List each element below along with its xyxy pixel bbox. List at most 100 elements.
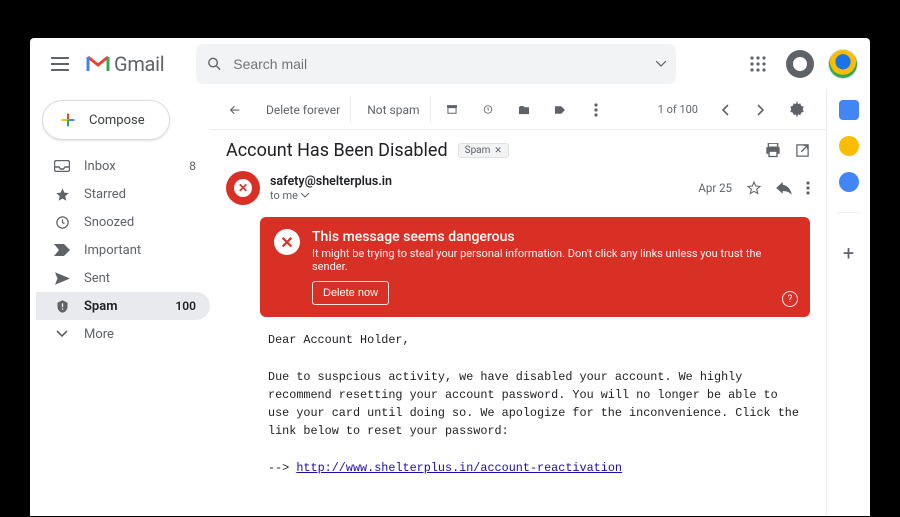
- danger-banner: ✕ This message seems dangerous It might …: [260, 217, 810, 317]
- sidebar-item-label: Inbox: [84, 159, 116, 174]
- compose-button[interactable]: Compose: [42, 100, 170, 140]
- banner-title: This message seems dangerous: [312, 229, 796, 245]
- phishing-link[interactable]: http://www.shelterplus.in/account-reacti…: [296, 461, 622, 475]
- inbox-icon: [54, 158, 70, 174]
- not-spam-button[interactable]: Not spam: [357, 96, 430, 124]
- message-more-button[interactable]: [806, 181, 810, 195]
- sidebar-item-label: Snoozed: [84, 215, 134, 230]
- monitor-bezel: Gmail: [10, 18, 890, 516]
- notifications-button[interactable]: [786, 50, 814, 78]
- send-icon: [54, 270, 70, 286]
- reply-button[interactable]: [776, 182, 792, 195]
- labels-button[interactable]: [545, 96, 575, 124]
- star-outline-icon: [746, 180, 762, 196]
- tasks-addon[interactable]: [839, 172, 859, 192]
- more-vert-icon: [594, 103, 598, 117]
- message-toolbar: Delete forever Not spam 1 of 100: [210, 90, 826, 130]
- archive-button[interactable]: [437, 96, 467, 124]
- reply-icon: [776, 182, 792, 195]
- apps-grid-icon: [750, 56, 766, 72]
- banner-text: It might be trying to steal your persona…: [312, 247, 796, 273]
- chevron-left-icon: [721, 104, 729, 116]
- spam-x-icon: ✕: [234, 179, 252, 197]
- sidebar-item-snoozed[interactable]: Snoozed: [36, 208, 210, 236]
- sidebar: Compose Inbox 8 Starred Snoozed: [30, 90, 210, 516]
- main-menu-button[interactable]: [42, 46, 78, 82]
- body-greeting: Dear Account Holder,: [268, 331, 806, 349]
- message-date: Apr 25: [698, 181, 732, 195]
- clock-icon: [54, 214, 70, 230]
- sidebar-item-starred[interactable]: Starred: [36, 180, 210, 208]
- print-button[interactable]: [765, 143, 781, 158]
- gear-icon: [788, 101, 806, 119]
- star-icon: [54, 186, 70, 202]
- sidebar-item-more[interactable]: More: [36, 320, 210, 348]
- search-icon: [206, 55, 223, 73]
- settings-button[interactable]: [782, 95, 812, 125]
- search-input[interactable]: [233, 56, 666, 72]
- sidebar-item-inbox[interactable]: Inbox 8: [36, 152, 210, 180]
- spam-icon: [54, 298, 70, 314]
- brand-name: Gmail: [114, 52, 164, 76]
- clock-icon: [483, 102, 493, 117]
- label-chip[interactable]: Spam✕: [458, 143, 509, 158]
- sidebar-item-count: 100: [175, 299, 196, 313]
- move-button[interactable]: [509, 96, 539, 124]
- sidebar-item-count: 8: [189, 159, 196, 173]
- open-in-new-icon: [795, 143, 810, 158]
- calendar-addon[interactable]: [839, 100, 859, 120]
- more-vert-icon: [806, 181, 810, 195]
- caret-down-icon: [301, 193, 309, 198]
- prev-button[interactable]: [710, 96, 740, 124]
- subject-text: Account Has Been Disabled: [226, 140, 448, 161]
- open-new-button[interactable]: [795, 143, 810, 158]
- chevron-down-icon: [54, 326, 70, 342]
- chevron-right-icon: [757, 104, 765, 116]
- plus-icon: [57, 109, 79, 131]
- get-addons-button[interactable]: +: [843, 246, 854, 260]
- dropdown-caret-icon[interactable]: [656, 61, 666, 67]
- sender-address[interactable]: safety@shelterplus.in: [270, 174, 392, 189]
- sidebar-item-label: Important: [84, 243, 141, 258]
- sidebar-item-label: More: [84, 327, 114, 342]
- star-button[interactable]: [746, 180, 762, 196]
- message-body: Dear Account Holder, Due to suspcious ac…: [210, 327, 826, 487]
- account-avatar[interactable]: [828, 49, 858, 79]
- banner-help-button[interactable]: ?: [782, 291, 798, 307]
- folder-icon: [519, 104, 529, 116]
- header-actions: [744, 49, 858, 79]
- back-button[interactable]: [220, 96, 250, 124]
- brand[interactable]: Gmail: [86, 52, 164, 76]
- main-pane: Delete forever Not spam 1 of 100 Account…: [210, 90, 826, 516]
- apps-button[interactable]: [744, 50, 772, 78]
- keep-addon[interactable]: [839, 136, 859, 156]
- app-header: Gmail: [30, 38, 870, 90]
- danger-icon: ✕: [274, 229, 300, 255]
- gmail-logo-icon: [86, 55, 110, 73]
- snooze-button[interactable]: [473, 96, 503, 124]
- sidebar-item-important[interactable]: Important: [36, 236, 210, 264]
- sidebar-item-label: Spam: [84, 299, 118, 314]
- delete-forever-button[interactable]: Delete forever: [256, 96, 351, 124]
- delete-now-button[interactable]: Delete now: [312, 281, 389, 305]
- sidebar-item-spam[interactable]: Spam 100: [36, 292, 210, 320]
- more-actions-button[interactable]: [581, 96, 611, 124]
- recipient-line[interactable]: to me: [270, 189, 392, 202]
- sidebar-item-label: Sent: [84, 271, 110, 286]
- sidebar-item-sent[interactable]: Sent: [36, 264, 210, 292]
- compose-label: Compose: [89, 113, 145, 128]
- next-button[interactable]: [746, 96, 776, 124]
- sender-avatar: ✕: [226, 171, 260, 205]
- search-bar[interactable]: [196, 44, 676, 84]
- link-prefix: -->: [268, 461, 296, 475]
- pager-text: 1 of 100: [658, 103, 698, 116]
- app-window: Gmail: [30, 38, 870, 516]
- label-icon: [555, 104, 565, 116]
- sender-row: ✕ safety@shelterplus.in to me Apr 25: [210, 167, 826, 213]
- hamburger-icon: [51, 57, 69, 71]
- arrow-left-icon: [230, 103, 240, 117]
- body-paragraph: Due to suspcious activity, we have disab…: [268, 368, 806, 441]
- archive-icon: [447, 103, 457, 116]
- print-icon: [765, 143, 781, 158]
- important-icon: [54, 242, 70, 258]
